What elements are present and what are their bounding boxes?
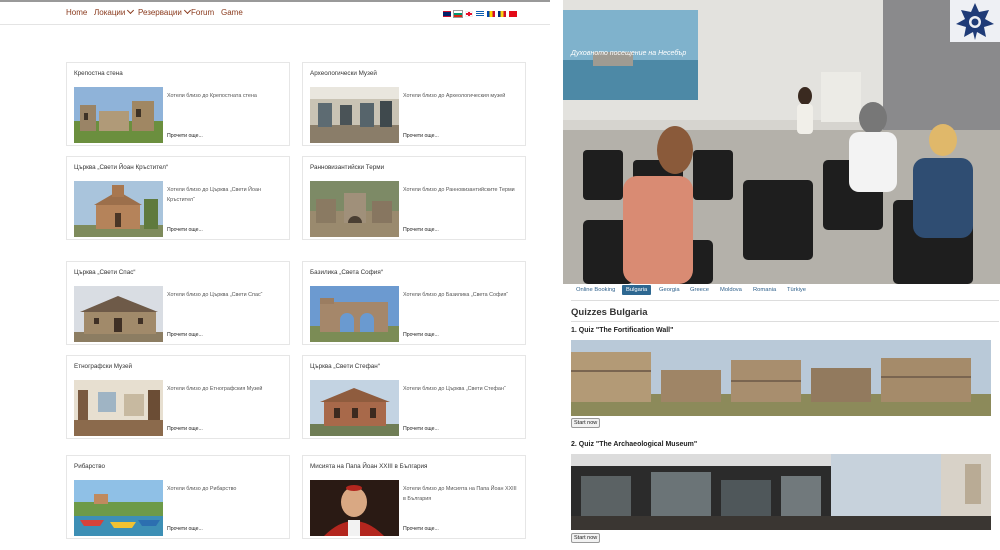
card-title[interactable]: Крепостна стена	[74, 70, 123, 77]
card-text: Хотели близо до Мисията на Папа Йоан XXI…	[403, 486, 517, 503]
location-card: Църква „Свети Стефан“ Хотели близо до Цъ…	[302, 355, 526, 439]
nav-home[interactable]: Home	[66, 8, 87, 17]
hotels-page: Home Локации Резервации Forum Game Крепо…	[0, 0, 560, 550]
flag-georgia-icon[interactable]	[465, 11, 473, 17]
tab-bulgaria[interactable]: Bulgaria	[622, 285, 652, 295]
read-more-link[interactable]: Прочети още...	[403, 526, 439, 532]
start-quiz-button[interactable]: Start now	[571, 533, 601, 543]
location-card: Крепостна стена Хотели близо до Крепостн…	[66, 62, 290, 146]
read-more-link[interactable]: Прочети още...	[403, 227, 439, 233]
seminar-photo: Духовното посещение на Несебър	[563, 0, 1000, 284]
location-card: Църква „Свети Спас“ Хотели близо до Църк…	[66, 261, 290, 345]
read-more-link[interactable]: Прочети още...	[167, 332, 203, 338]
location-card: Археологически Музей Хотели близо до Арх…	[302, 62, 526, 146]
tab-online-booking[interactable]: Online Booking	[576, 287, 615, 293]
flag-uk-icon[interactable]	[443, 11, 451, 17]
card-text: Хотели близо до Църква „Свети Спас“	[167, 292, 263, 298]
museum-photo[interactable]	[310, 87, 399, 143]
nav-locations-label: Локации	[94, 8, 126, 17]
card-title[interactable]: Мисията на Папа Йоан XXIII в България	[310, 463, 427, 470]
basilica-photo[interactable]	[310, 286, 399, 342]
church-photo[interactable]	[74, 181, 163, 237]
tab-moldova[interactable]: Moldova	[720, 287, 742, 293]
nav-game[interactable]: Game	[221, 8, 243, 17]
card-text: Хотели близо до Базилика „Света София“	[403, 292, 509, 298]
flag-moldova-icon[interactable]	[487, 11, 495, 17]
nav-reservations-label: Резервации	[138, 8, 182, 17]
read-more-link[interactable]: Прочети още...	[403, 133, 439, 139]
nav-locations[interactable]: Локации	[94, 6, 135, 17]
divider	[571, 300, 999, 301]
quiz-title: 1. Quiz "The Fortification Wall"	[571, 327, 674, 334]
flag-bulgaria-icon[interactable]	[453, 10, 463, 18]
card-title[interactable]: Базилика „Света София“	[310, 269, 383, 276]
church-photo[interactable]	[310, 380, 399, 436]
police-emblem-icon	[950, 0, 1000, 42]
card-text: Хотели близо до Църква „Свети Стефан“	[403, 386, 506, 392]
tab-greece[interactable]: Greece	[690, 287, 709, 293]
location-card: Етнографски Музей Хотели близо до Етногр…	[66, 355, 290, 439]
flag-greece-icon[interactable]	[476, 11, 484, 17]
card-title[interactable]: Рибарство	[74, 463, 105, 470]
read-more-link[interactable]: Прочети още...	[167, 426, 203, 432]
location-card: Църква „Свети Йоан Кръстител“ Хотели бли…	[66, 156, 290, 240]
start-quiz-button[interactable]: Start now	[571, 418, 601, 428]
card-title[interactable]: Археологически Музей	[310, 70, 377, 77]
card-title[interactable]: Църква „Свети Спас“	[74, 269, 135, 276]
portrait-photo[interactable]	[310, 480, 399, 536]
top-navigation: Home Локации Резервации Forum Game	[0, 0, 550, 25]
ruins-photo[interactable]	[310, 181, 399, 237]
tab-turkiye[interactable]: Türkiye	[787, 287, 806, 293]
country-tabs: Online Booking Bulgaria Georgia Greece M…	[563, 284, 1000, 300]
card-text: Хотели близо до Църква „Свети Йоан Кръст…	[167, 187, 261, 204]
church-photo[interactable]	[74, 286, 163, 342]
fortress-wall-photo[interactable]	[74, 87, 163, 143]
location-card: Ранновизантийски Терми Хотели близо до Р…	[302, 156, 526, 240]
nav-forum[interactable]: Forum	[191, 8, 214, 17]
quiz-page: Духовното посещение на Несебър Online Bo…	[563, 0, 1000, 550]
card-title[interactable]: Ранновизантийски Терми	[310, 164, 384, 171]
read-more-link[interactable]: Прочети още...	[167, 227, 203, 233]
fortification-wall-panorama	[571, 340, 991, 416]
chevron-down-icon	[183, 6, 191, 15]
card-text: Хотели близо до Археологическия музей	[403, 93, 506, 99]
read-more-link[interactable]: Прочети още...	[403, 332, 439, 338]
read-more-link[interactable]: Прочети още...	[403, 426, 439, 432]
chevron-down-icon	[127, 6, 135, 15]
card-text: Хотели близо до Етнографския Музей	[167, 386, 263, 392]
boats-photo[interactable]	[74, 480, 163, 536]
read-more-link[interactable]: Прочети още...	[167, 526, 203, 532]
museum-hall-panorama	[571, 454, 991, 530]
read-more-link[interactable]: Прочети още...	[167, 133, 203, 139]
location-card: Базилика „Света София“ Хотели близо до Б…	[302, 261, 526, 345]
card-text: Хотели близо до Ранновизантийските Терми	[403, 187, 515, 193]
interior-photo[interactable]	[74, 380, 163, 436]
projector-screen-text: Духовното посещение на Несебър	[571, 50, 687, 57]
divider	[571, 321, 999, 322]
card-text: Хотели близо до Крепостната стена	[167, 93, 257, 99]
tab-romania[interactable]: Romania	[753, 287, 776, 293]
tab-georgia[interactable]: Georgia	[659, 287, 680, 293]
card-title[interactable]: Църква „Свети Стефан“	[310, 363, 380, 370]
quiz-title: 2. Quiz "The Archaeological Museum"	[571, 441, 698, 448]
nav-reservations[interactable]: Резервации	[138, 6, 191, 17]
flag-romania-icon[interactable]	[498, 11, 506, 17]
flag-turkey-icon[interactable]	[509, 11, 517, 17]
card-title[interactable]: Църква „Свети Йоан Кръстител“	[74, 164, 168, 171]
language-switcher	[443, 10, 517, 18]
page-title: Quizzes Bulgaria	[571, 307, 648, 318]
location-card: Рибарство Хотели близо до Рибарство Проч…	[66, 455, 290, 539]
card-title[interactable]: Етнографски Музей	[74, 363, 132, 370]
location-card: Мисията на Папа Йоан XXIII в България Хо…	[302, 455, 526, 539]
card-text: Хотели близо до Рибарство	[167, 486, 237, 492]
